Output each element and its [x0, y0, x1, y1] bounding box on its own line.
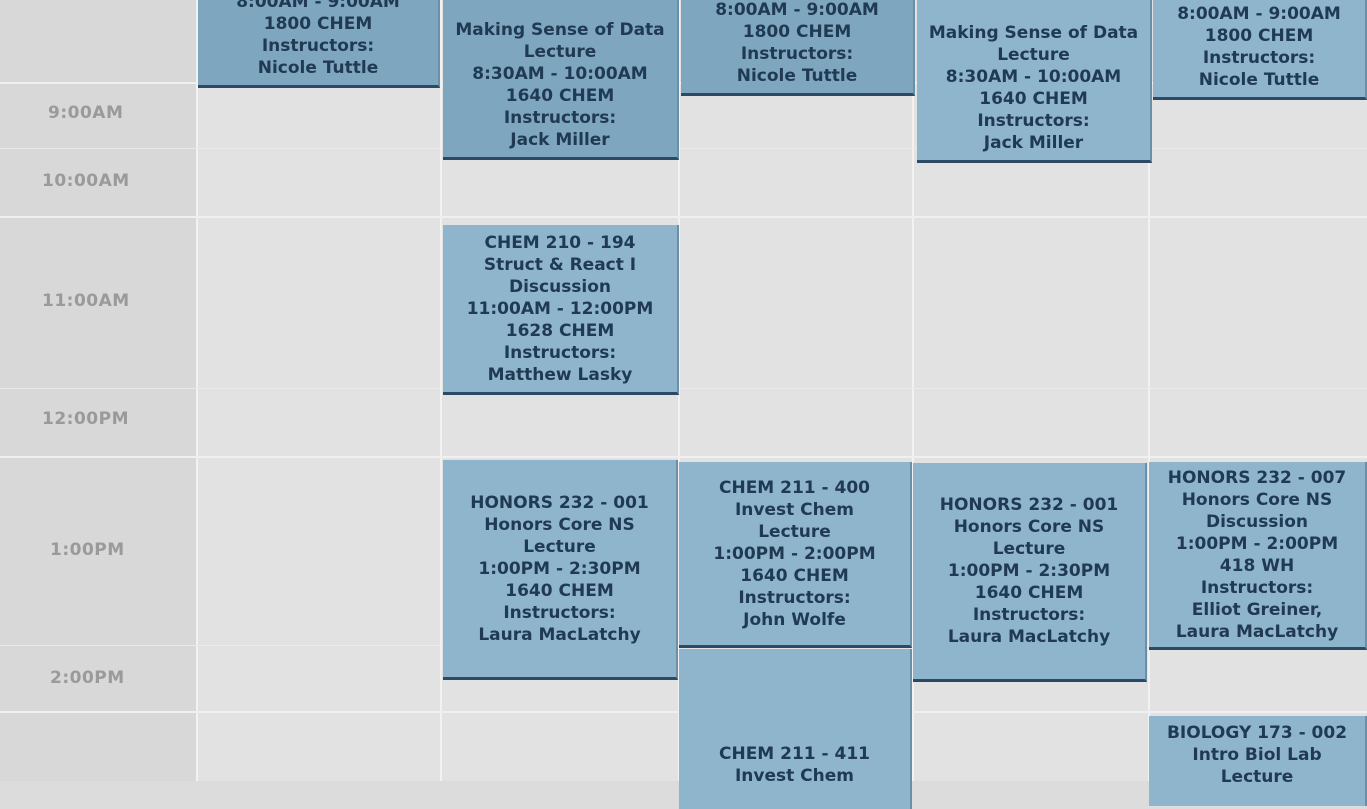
event-line: 1640 CHEM: [979, 89, 1088, 109]
event-block[interactable]: 8:00AM - 9:00AM 1800 CHEM Instructors: N…: [1153, 0, 1367, 100]
event-line: 1640 CHEM: [505, 86, 615, 106]
event-line: Nicole Tuttle: [1198, 70, 1320, 90]
event-line: 1:00PM - 2:00PM: [713, 543, 876, 564]
event-line: 1:00PM - 2:30PM: [947, 561, 1111, 581]
event-block[interactable]: Making Sense of Data Lecture 8:30AM - 10…: [917, 0, 1152, 163]
event-line: Instructors:: [740, 44, 854, 64]
time-label: 1:00PM: [50, 540, 125, 560]
event-line: Jack Miller: [983, 133, 1084, 153]
event-line: Discussion: [1205, 511, 1309, 532]
event-block[interactable]: HONORS 232 - 001 Honors Core NS Lecture …: [443, 460, 678, 680]
event-line: Laura MacLatchy: [947, 627, 1111, 647]
event-line: Laura MacLatchy: [1175, 621, 1339, 642]
time-label: 10:00AM: [42, 171, 130, 191]
event-line: Lecture: [997, 45, 1070, 65]
event-line: HONORS 232 - 001: [470, 492, 649, 513]
event-line: Nicole Tuttle: [257, 58, 379, 78]
event-line: Lecture: [523, 42, 597, 62]
time-label: 11:00AM: [42, 291, 130, 311]
day-divider: [440, 0, 442, 781]
event-line: CHEM 211 - 411: [718, 744, 871, 764]
time-label: 9:00AM: [48, 103, 124, 123]
event-block[interactable]: CHEM 211 - 400 Invest Chem Lecture 1:00P…: [679, 462, 912, 648]
event-line: Instructors:: [503, 342, 617, 363]
event-line: John Wolfe: [743, 609, 846, 630]
event-line: Matthew Lasky: [487, 364, 633, 385]
event-line: Elliot Greiner,: [1191, 599, 1323, 620]
event-block[interactable]: CHEM 210 - 194 Struct & React I Discussi…: [443, 225, 679, 395]
event-line: Making Sense of Data: [928, 23, 1139, 43]
event-line: Instructors:: [503, 108, 617, 128]
event-line: 1:00PM - 2:00PM: [1175, 533, 1339, 554]
event-line: 11:00AM - 12:00PM: [466, 298, 654, 319]
event-line: 1800 CHEM: [742, 22, 852, 42]
event-line: 1640 CHEM: [505, 580, 614, 601]
event-line: 418 WH: [1219, 555, 1295, 576]
event-line: 8:30AM - 10:00AM: [472, 64, 648, 84]
event-block[interactable]: BIOLOGY 173 - 002 Intro Biol Lab Lecture: [1149, 716, 1367, 806]
event-line: Struct & React I: [483, 254, 637, 275]
event-line: 8:00AM - 9:00AM: [236, 0, 400, 12]
half-hour-line: [0, 388, 1367, 389]
event-line: 1628 CHEM: [505, 320, 615, 341]
event-line: Making Sense of Data: [455, 20, 665, 40]
event-line: Laura MacLatchy: [478, 624, 641, 645]
event-block[interactable]: 8:00AM - 9:00AM 1800 CHEM Instructors: N…: [198, 0, 440, 88]
event-line: Honors Core NS: [484, 514, 635, 535]
event-block[interactable]: CHEM 211 - 411 Invest Chem: [679, 649, 912, 809]
event-line: Instructors:: [1202, 48, 1316, 68]
event-line: 1:00PM - 2:30PM: [478, 558, 641, 579]
event-line: Instructors:: [972, 605, 1086, 625]
event-block[interactable]: HONORS 232 - 007 Honors Core NS Discussi…: [1149, 462, 1367, 650]
half-hour-line: [0, 148, 1367, 149]
event-line: 1800 CHEM: [1204, 26, 1314, 46]
weekly-calendar: 9:00AM 10:00AM 11:00AM 12:00PM 1:00PM 2:…: [0, 0, 1367, 809]
event-line: Discussion: [508, 276, 612, 297]
event-block[interactable]: Making Sense of Data Lecture 8:30AM - 10…: [443, 0, 679, 160]
event-line: CHEM 211 - 400: [718, 477, 871, 498]
event-line: Honors Core NS: [1181, 489, 1333, 510]
event-line: Lecture: [758, 521, 831, 542]
event-block[interactable]: HONORS 232 - 001 Honors Core NS Lecture …: [913, 463, 1147, 682]
event-line: 8:00AM - 9:00AM: [715, 0, 879, 20]
event-line: Invest Chem: [734, 499, 855, 520]
day-divider: [196, 0, 198, 781]
event-line: Jack Miller: [510, 130, 610, 150]
event-line: Honors Core NS: [953, 517, 1105, 537]
event-line: 8:00AM - 9:00AM: [1177, 4, 1341, 24]
event-line: HONORS 232 - 001: [939, 495, 1119, 515]
event-line: CHEM 210 - 194: [484, 232, 636, 253]
event-line: Lecture: [1220, 767, 1294, 787]
time-label: 12:00PM: [42, 409, 129, 429]
event-block[interactable]: 8:00AM - 9:00AM 1800 CHEM Instructors: N…: [681, 0, 915, 96]
event-line: BIOLOGY 173 - 002: [1166, 723, 1348, 743]
event-line: Lecture: [992, 539, 1066, 559]
event-line: Instructors:: [738, 587, 851, 608]
event-line: Instructors:: [261, 36, 375, 56]
time-label: 2:00PM: [50, 668, 125, 688]
event-line: HONORS 232 - 007: [1167, 467, 1347, 488]
event-line: 1800 CHEM: [263, 14, 373, 34]
event-line: 1640 CHEM: [974, 583, 1084, 603]
event-line: Instructors:: [1200, 577, 1314, 598]
event-line: Instructors:: [503, 602, 616, 623]
event-line: 8:30AM - 10:00AM: [945, 67, 1122, 87]
event-line: Intro Biol Lab: [1192, 745, 1322, 765]
event-line: Instructors:: [977, 111, 1090, 131]
event-line: Invest Chem: [734, 766, 855, 786]
event-line: Nicole Tuttle: [736, 66, 858, 86]
hour-line: [0, 216, 1367, 218]
event-line: 1640 CHEM: [740, 565, 849, 586]
hour-line: [0, 456, 1367, 458]
event-line: Lecture: [523, 536, 596, 557]
